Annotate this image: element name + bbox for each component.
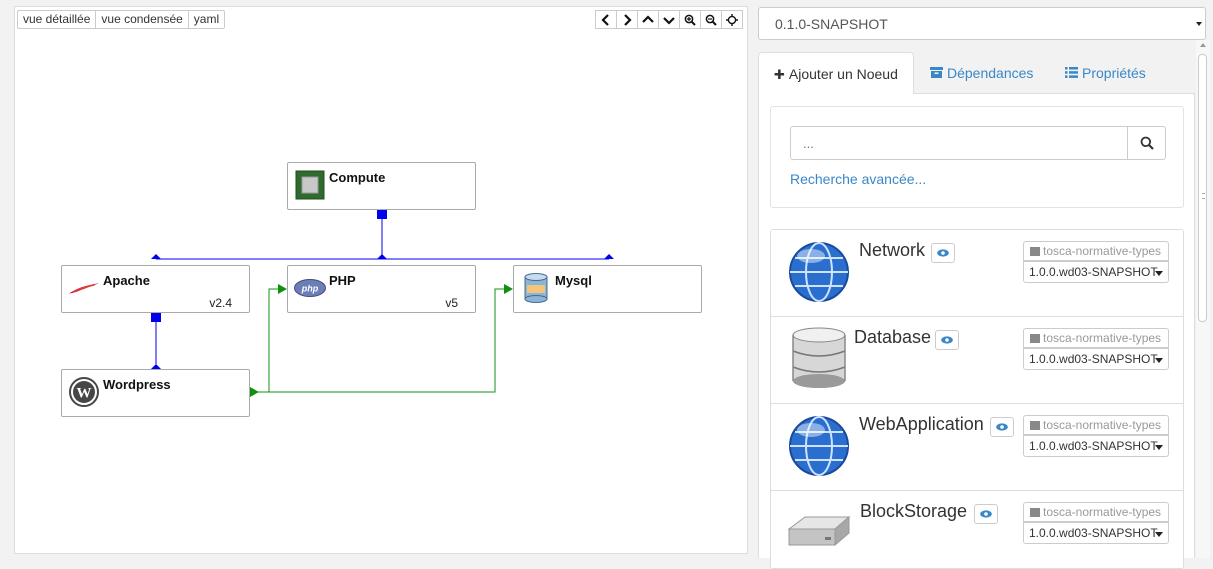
eye-icon	[941, 336, 953, 344]
repository-name: tosca-normative-types	[1043, 505, 1162, 519]
node-apache[interactable]: Apache v2.4	[61, 265, 250, 313]
view-details-button[interactable]	[935, 330, 959, 350]
version-value: 1.0.0.wd03-SNAPSHOT	[1029, 352, 1158, 366]
repository-label: tosca-normative-types	[1023, 328, 1169, 348]
mysql-anchor-icon	[604, 254, 614, 259]
eye-icon	[937, 249, 949, 257]
plus-icon: ✚	[774, 67, 785, 82]
eye-icon	[980, 510, 992, 518]
repository-label: tosca-normative-types	[1023, 415, 1169, 435]
topology-canvas[interactable]: vue détaillée vue condensée yaml Compute…	[14, 6, 748, 554]
wordpress-logo-icon: W	[68, 376, 100, 408]
component-list: Network tosca-normative-types 1.0.0.wd03…	[770, 229, 1184, 569]
apache-anchor-icon	[151, 254, 161, 259]
caret-down-icon	[1196, 22, 1202, 26]
node-name: PHP	[329, 273, 356, 288]
caret-down-icon	[1155, 358, 1163, 363]
component-name: WebApplication	[859, 414, 984, 434]
list-item-webapplication[interactable]: WebApplication tosca-normative-types 1.0…	[771, 404, 1183, 491]
search-icon	[1140, 136, 1154, 150]
harddrive-icon	[787, 515, 851, 547]
view-details-button[interactable]	[974, 504, 998, 524]
archive-icon	[930, 66, 943, 81]
view-details-button[interactable]	[990, 417, 1014, 437]
component-version-select[interactable]: 1.0.0.wd03-SNAPSHOT	[1023, 522, 1169, 544]
grip-icon	[1202, 193, 1205, 199]
scrollbar-thumb[interactable]	[1198, 54, 1207, 322]
node-compute[interactable]: Compute	[287, 162, 476, 210]
php-connector-icon	[278, 284, 287, 294]
panel-tabs: ✚ Ajouter un Noeud Dépendances Propriétés	[758, 52, 1195, 95]
repository-label: tosca-normative-types	[1023, 241, 1169, 261]
add-node-panel: Recherche avancée... Network tosca-norma…	[758, 94, 1195, 569]
topology-version-select[interactable]: 0.1.0-SNAPSHOT	[758, 7, 1206, 40]
caret-down-icon	[1155, 532, 1163, 537]
component-version-select[interactable]: 1.0.0.wd03-SNAPSHOT	[1023, 435, 1169, 457]
archive-icon	[1030, 508, 1040, 517]
node-name: Mysql	[555, 273, 592, 288]
list-item-blockstorage[interactable]: BlockStorage tosca-normative-types 1.0.0…	[771, 491, 1183, 568]
globe-icon	[789, 242, 849, 302]
caret-down-icon	[1155, 271, 1163, 276]
node-version: v5	[445, 296, 458, 310]
cpu-icon	[294, 169, 326, 201]
php-logo-icon: php	[294, 272, 326, 304]
php-anchor-icon	[377, 254, 387, 259]
wordpress-connector-icon	[250, 387, 259, 397]
version-value: 1.0.0.wd03-SNAPSHOT	[1029, 526, 1158, 540]
node-name: Apache	[103, 273, 150, 288]
tab-add-node[interactable]: ✚ Ajouter un Noeud	[758, 52, 914, 95]
tab-dependencies[interactable]: Dépendances	[915, 52, 1048, 94]
node-mysql[interactable]: Mysql	[513, 265, 702, 313]
list-item-database[interactable]: Database tosca-normative-types 1.0.0.wd0…	[771, 317, 1183, 404]
svg-text:php: php	[301, 284, 319, 294]
panel-scrollbar[interactable]	[1196, 40, 1210, 558]
globe-icon	[789, 416, 849, 476]
archive-icon	[1030, 421, 1040, 430]
archive-icon	[1030, 334, 1040, 343]
view-details-button[interactable]	[931, 243, 955, 263]
caret-down-icon	[1155, 445, 1163, 450]
archive-icon	[1030, 247, 1040, 256]
node-php[interactable]: php PHP v5	[287, 265, 476, 313]
component-name: BlockStorage	[860, 501, 968, 521]
version-value: 1.0.0.wd03-SNAPSHOT	[1029, 439, 1158, 453]
node-wordpress[interactable]: W Wordpress	[61, 369, 250, 417]
compute-anchor-icon	[377, 209, 387, 219]
repository-name: tosca-normative-types	[1043, 418, 1162, 432]
advanced-search-link[interactable]: Recherche avancée...	[790, 171, 926, 187]
database-icon	[792, 327, 846, 388]
tab-properties[interactable]: Propriétés	[1050, 52, 1161, 94]
component-name: Database	[854, 327, 932, 347]
list-item-network[interactable]: Network tosca-normative-types 1.0.0.wd03…	[771, 230, 1183, 317]
mysql-connector-icon	[504, 284, 513, 294]
component-name: Network	[859, 240, 926, 260]
repository-name: tosca-normative-types	[1043, 244, 1162, 258]
edge-wordpress-php	[255, 288, 281, 393]
eye-icon	[996, 423, 1008, 431]
search-well: Recherche avancée...	[770, 106, 1184, 208]
tab-label: Ajouter un Noeud	[788, 66, 898, 82]
node-name: Compute	[329, 170, 386, 185]
version-select-value: 0.1.0-SNAPSHOT	[775, 16, 888, 32]
component-version-select[interactable]: 1.0.0.wd03-SNAPSHOT	[1023, 348, 1169, 370]
apache-feather-icon	[68, 272, 100, 304]
search-button[interactable]	[1127, 126, 1166, 160]
node-version: v2.4	[209, 296, 232, 310]
svg-text:W: W	[77, 386, 92, 402]
repository-label: tosca-normative-types	[1023, 502, 1169, 522]
component-version-select[interactable]: 1.0.0.wd03-SNAPSHOT	[1023, 261, 1169, 283]
apache-target-anchor-icon	[151, 313, 161, 322]
node-name: Wordpress	[103, 377, 171, 392]
scroll-up-icon[interactable]	[1200, 43, 1206, 47]
list-icon	[1065, 66, 1078, 81]
database-icon	[520, 272, 552, 304]
version-value: 1.0.0.wd03-SNAPSHOT	[1029, 265, 1158, 279]
repository-name: tosca-normative-types	[1043, 331, 1162, 345]
tab-label: Propriétés	[1082, 65, 1146, 81]
tab-label: Dépendances	[947, 65, 1034, 81]
search-input[interactable]	[790, 126, 1128, 160]
